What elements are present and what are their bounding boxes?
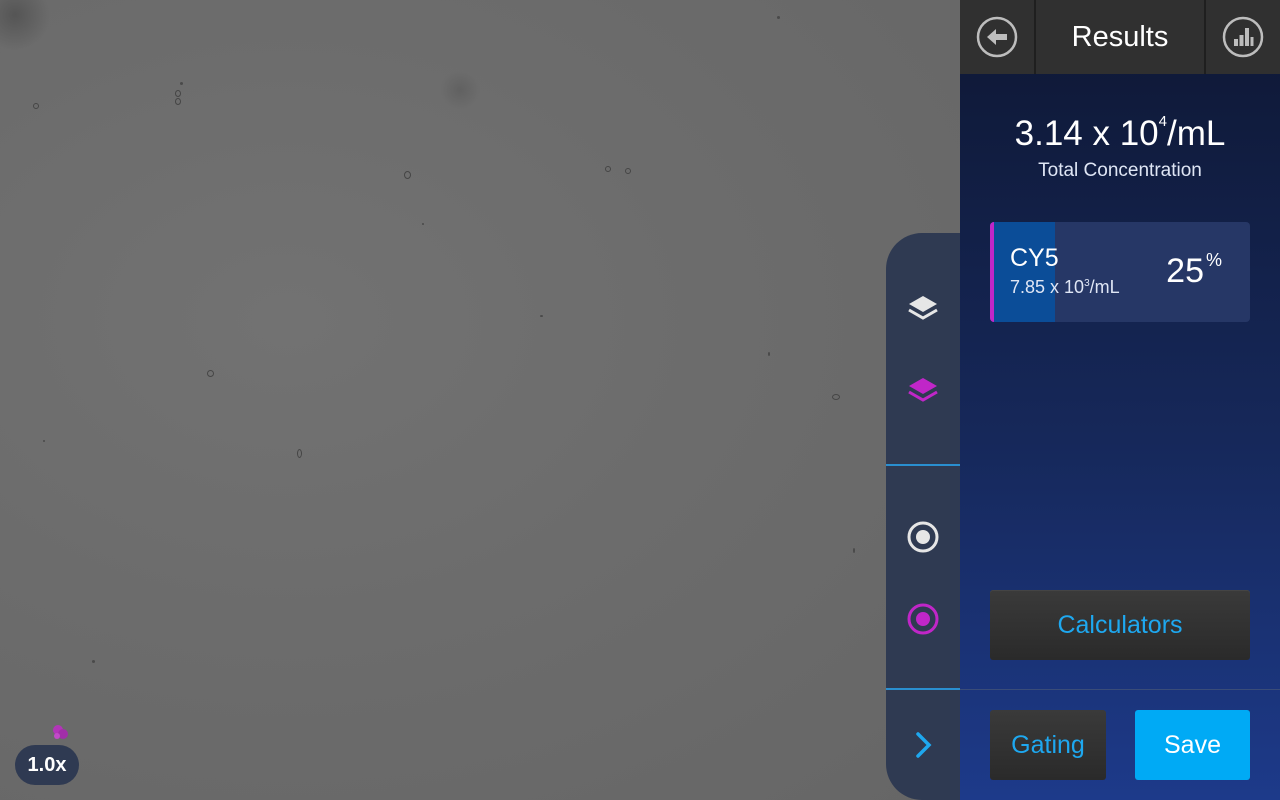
cell-particle	[207, 370, 214, 377]
debris	[422, 223, 424, 225]
bar-chart-icon	[1222, 16, 1264, 58]
debris	[540, 315, 543, 317]
rail-divider	[886, 688, 960, 690]
target-channel-button[interactable]	[903, 599, 943, 639]
debris	[853, 548, 855, 553]
tool-rail	[886, 233, 960, 800]
debris	[92, 660, 95, 663]
save-button[interactable]: Save	[1135, 710, 1250, 780]
cell-particle	[33, 103, 39, 109]
channel-percentage: 25%	[1166, 249, 1222, 290]
channel-name: CY5	[1010, 244, 1059, 272]
layers-icon	[908, 296, 938, 320]
microscope-image-viewer[interactable]: 1.0x	[0, 0, 960, 800]
image-artifact	[440, 70, 480, 110]
target-magenta-icon	[907, 603, 939, 635]
debris	[777, 16, 780, 19]
target-all-button[interactable]	[903, 517, 943, 557]
layers-magenta-icon	[908, 378, 938, 402]
debris	[768, 352, 770, 356]
calculators-button[interactable]: Calculators	[990, 590, 1250, 660]
chevron-right-icon	[916, 732, 932, 758]
image-artifact	[0, 0, 50, 50]
rail-divider	[886, 464, 960, 466]
cell-particle	[175, 98, 181, 105]
channel-result-card[interactable]: CY5 7.85 x 103/mL 25%	[990, 222, 1250, 322]
cell-particle	[625, 168, 631, 174]
cell-particle	[297, 449, 302, 458]
chart-view-button[interactable]	[1206, 0, 1280, 74]
total-concentration-label: Total Concentration	[1038, 160, 1202, 181]
target-icon	[907, 521, 939, 553]
total-concentration-value: 3.14 x 104/mL	[1014, 113, 1226, 153]
zoom-level-badge[interactable]: 1.0x	[15, 745, 79, 785]
expand-button[interactable]	[903, 725, 943, 765]
back-button[interactable]	[960, 0, 1034, 74]
cell-particle	[175, 90, 181, 97]
debris	[43, 440, 45, 442]
cell-particle	[605, 166, 611, 172]
cell-particle	[404, 171, 411, 179]
gating-button[interactable]: Gating	[990, 710, 1106, 780]
back-arrow-icon	[976, 16, 1018, 58]
results-panel: Results 3.14 x 104/mL Total Concentratio…	[960, 0, 1280, 800]
channel-color-accent	[990, 222, 994, 322]
channel-concentration: 7.85 x 103/mL	[1010, 277, 1120, 297]
layers-channel-button[interactable]	[903, 371, 943, 411]
debris	[180, 82, 183, 85]
footer-divider	[960, 689, 1280, 690]
fluorescent-cell-marker	[53, 725, 68, 739]
cell-particle	[832, 394, 840, 400]
page-title: Results	[1034, 0, 1206, 74]
layers-all-button[interactable]	[903, 289, 943, 329]
panel-header: Results	[960, 0, 1280, 74]
